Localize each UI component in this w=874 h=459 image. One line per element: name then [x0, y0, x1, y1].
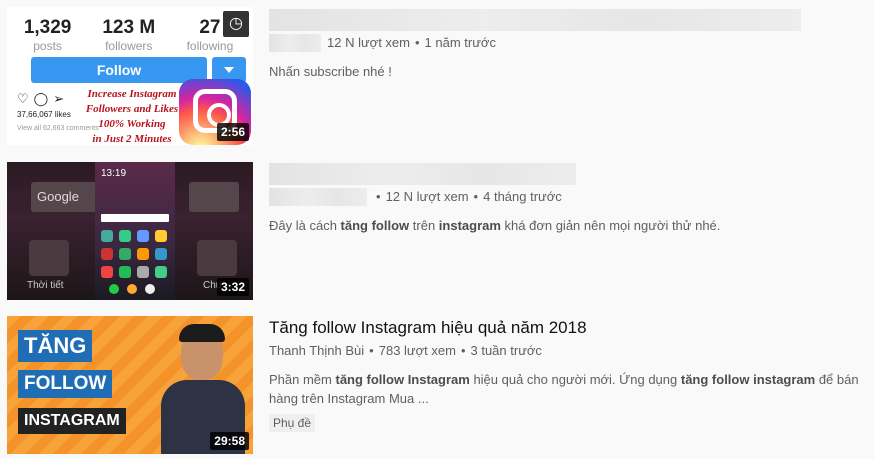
video-title[interactable]	[269, 9, 801, 31]
channel-name[interactable]	[269, 34, 321, 52]
video-thumbnail[interactable]: TĂNG FOLLOW INSTAGRAM 29:58	[7, 316, 253, 454]
watch-later-icon[interactable]: ◷	[223, 11, 249, 37]
thumb-word-follow: FOLLOW	[18, 370, 113, 398]
mic-icon	[189, 182, 239, 212]
phone-time: 13:19	[101, 168, 127, 179]
video-result[interactable]: Google 13:19 Thời tiết Chu 3:32 • 12 N l…	[0, 155, 874, 305]
channel-name[interactable]: Thanh Thịnh Bùi	[269, 342, 364, 360]
video-result[interactable]: TĂNG FOLLOW INSTAGRAM 29:58 Tăng follow …	[0, 309, 874, 459]
google-search-widget: Google	[31, 182, 101, 212]
upload-age: 3 tuần trước	[470, 343, 542, 358]
video-thumbnail[interactable]: 1,329 posts 123 Mfollowers 27 following Fo…	[7, 7, 253, 145]
video-description: Nhấn subscribe nhé !	[269, 64, 392, 79]
view-count: 783 lượt xem	[378, 343, 456, 358]
subtitles-badge: Phụ đề	[269, 414, 316, 432]
video-description: Phần mềm tăng follow Instagram hiệu quả …	[269, 372, 859, 406]
post-actions-icons: ♡◯➢	[17, 91, 70, 106]
channel-name[interactable]	[269, 188, 367, 206]
promo-text: Increase Instagram Followers and Likes 1…	[85, 88, 179, 145]
thumb-word-tang: TĂNG	[18, 330, 93, 362]
video-title[interactable]: Tăng follow Instagram hiệu quả năm 2018	[269, 317, 864, 339]
video-meta: Thanh Thịnh Bùi • 783 lượt xem • 3 tuần …	[269, 342, 542, 360]
video-description: Đây là cách tăng follow trên instagram k…	[269, 218, 721, 233]
posts-label: posts	[33, 39, 62, 53]
video-info: Tăng follow Instagram hiệu quả năm 2018 …	[269, 317, 864, 432]
upload-age: 4 tháng trước	[483, 189, 562, 204]
video-meta: • 12 N lượt xem • 4 tháng trước	[269, 188, 864, 206]
profile-stats: 1,329 posts 123 Mfollowers 27 following	[7, 17, 253, 53]
follow-button-image: Follow	[31, 57, 207, 83]
video-meta: 12 N lượt xem • 1 năm trước	[269, 34, 864, 52]
video-duration: 2:56	[216, 123, 249, 141]
view-count: 12 N lượt xem	[385, 189, 469, 204]
phone-screen: 13:19	[95, 162, 175, 300]
video-thumbnail[interactable]: Google 13:19 Thời tiết Chu 3:32	[7, 162, 253, 300]
thumb-word-instagram: INSTAGRAM	[18, 408, 126, 434]
view-count: 12 N lượt xem	[327, 35, 410, 50]
video-duration: 3:32	[216, 278, 249, 296]
video-result[interactable]: 1,329 posts 123 Mfollowers 27 following Fo…	[0, 0, 874, 150]
video-title[interactable]	[269, 163, 576, 185]
weather-label: Thời tiết	[27, 280, 64, 291]
video-info: • 12 N lượt xem • 4 tháng trước Đây là c…	[269, 163, 864, 235]
video-info: 12 N lượt xem • 1 năm trước Nhấn subscri…	[269, 9, 864, 81]
video-duration: 29:58	[210, 432, 249, 450]
posts-count: 1,329	[23, 17, 72, 38]
followers-label: followers	[105, 39, 153, 53]
likes-count: 37,66,067 likes	[17, 110, 71, 119]
following-label: following	[186, 39, 234, 53]
upload-age: 1 năm trước	[424, 35, 496, 50]
followers-count: 123 M	[102, 17, 156, 38]
